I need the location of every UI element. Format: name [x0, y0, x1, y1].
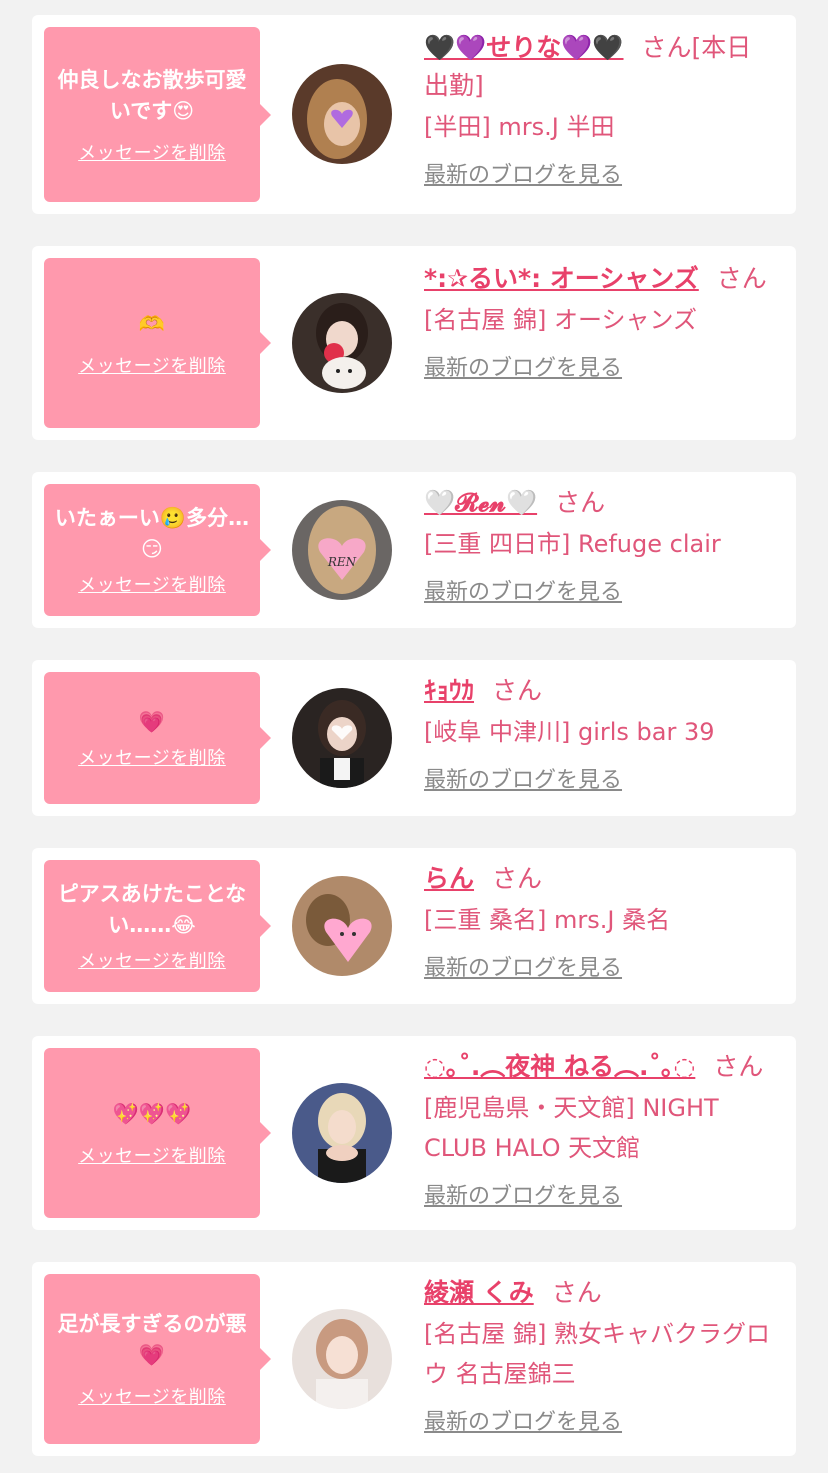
message-bubble: 足が長すぎるのが悪💗 メッセージを削除 — [44, 1274, 271, 1444]
honorific: さん — [551, 1278, 602, 1307]
avatar[interactable] — [292, 1083, 392, 1183]
shop-info: [三重 桑名] mrs.J 桑名 — [424, 906, 671, 934]
message-text: 💗 — [138, 709, 166, 734]
message-bubble: いたぁーい🥲多分…😏 メッセージを削除 — [44, 484, 271, 616]
cast-name-link[interactable]: 🤍𝓡𝓮𝓷🤍 — [424, 488, 537, 517]
message-bubble: 💖💖💖 メッセージを削除 — [44, 1048, 271, 1218]
svg-text:REN: REN — [327, 555, 357, 569]
cast-info: ｷｮｳｶ さん [岐阜 中津川] girls bar 39 最新のブログを見る — [424, 672, 776, 794]
name-line: 🖤💜せりな💜🖤 さん[本日出勤] — [424, 29, 776, 105]
cast-name-link[interactable]: 綾瀬 くみ — [424, 1278, 534, 1307]
favorite-card: 仲良しなお散歩可愛いです😍 メッセージを削除 🖤💜せりな💜🖤 さん[本日出勤] [… — [32, 15, 796, 214]
honorific: さん — [713, 1052, 764, 1081]
favorite-card: 💖💖💖 メッセージを削除 ◌｡˚.︵夜神 ねる︵.˚｡◌ さん [鹿児島県・天文館… — [32, 1036, 796, 1230]
cast-info: *:✰るい*: オーシャンズ さん [名古屋 錦] オーシャンズ 最新のブログを見… — [424, 260, 776, 382]
delete-message-link[interactable]: メッセージを削除 — [78, 1383, 226, 1409]
message-text: いたぁーい🥲多分…😏 — [54, 506, 250, 561]
delete-message-link[interactable]: メッセージを削除 — [78, 744, 226, 770]
shop-info: [三重 四日市] Refuge clair — [424, 530, 721, 558]
avatar[interactable] — [292, 876, 392, 976]
name-line: 🤍𝓡𝓮𝓷🤍 さん — [424, 484, 776, 522]
cast-info: 🤍𝓡𝓮𝓷🤍 さん [三重 四日市] Refuge clair 最新のブログを見る — [424, 484, 776, 606]
honorific: さん — [492, 676, 543, 705]
cast-name-link[interactable]: *:✰るい*: オーシャンズ — [424, 264, 699, 293]
latest-blog-link[interactable]: 最新のブログを見る — [424, 574, 622, 606]
avatar[interactable]: REN — [292, 500, 392, 600]
latest-blog-link[interactable]: 最新のブログを見る — [424, 1178, 622, 1210]
latest-blog-link[interactable]: 最新のブログを見る — [424, 350, 622, 382]
favorite-card: ピアスあけたことない……😂 メッセージを削除 らん さん [三重 桑名] mrs.… — [32, 848, 796, 1004]
avatar[interactable] — [292, 1309, 392, 1409]
cast-name-link[interactable]: ｷｮｳｶ — [424, 676, 474, 705]
latest-blog-link[interactable]: 最新のブログを見る — [424, 950, 622, 982]
honorific: さん — [555, 488, 606, 517]
message-text: ピアスあけたことない……😂 — [57, 882, 247, 937]
shop-info: [鹿児島県・天文館] NIGHT CLUB HALO 天文館 — [424, 1094, 719, 1162]
honorific: さん — [716, 264, 767, 293]
delete-message-link[interactable]: メッセージを削除 — [78, 1142, 226, 1168]
message-text: 仲良しなお散歩可愛いです😍 — [57, 67, 247, 123]
cast-name-link[interactable]: らん — [424, 864, 474, 893]
message-bubble: 💗 メッセージを削除 — [44, 672, 271, 804]
delete-message-link[interactable]: メッセージを削除 — [78, 139, 226, 165]
honorific: さん — [492, 864, 543, 893]
delete-message-link[interactable]: メッセージを削除 — [78, 571, 226, 597]
avatar[interactable] — [292, 688, 392, 788]
name-line: 綾瀬 くみ さん — [424, 1274, 776, 1312]
shop-info: [半田] mrs.J 半田 — [424, 113, 615, 141]
shop-info: [岐阜 中津川] girls bar 39 — [424, 718, 715, 746]
latest-blog-link[interactable]: 最新のブログを見る — [424, 762, 622, 794]
message-text: 🫶 — [138, 311, 166, 336]
cast-info: 🖤💜せりな💜🖤 さん[本日出勤] [半田] mrs.J 半田 最新のブログを見る — [424, 29, 776, 189]
delete-message-link[interactable]: メッセージを削除 — [78, 352, 226, 378]
favorite-card: 💗 メッセージを削除 ｷｮｳｶ さん [岐阜 中津川] girls bar 39 … — [32, 660, 796, 816]
cast-name-link[interactable]: ◌｡˚.︵夜神 ねる︵.˚｡◌ — [424, 1052, 695, 1081]
favorite-card: いたぁーい🥲多分…😏 メッセージを削除 REN 🤍𝓡𝓮𝓷🤍 さん [三重 四日市]… — [32, 472, 796, 628]
favorite-card: 足が長すぎるのが悪💗 メッセージを削除 綾瀬 くみ さん [名古屋 錦] 熟女キャ… — [32, 1262, 796, 1456]
favorite-card: 🫶 メッセージを削除 *:✰るい*: オーシャンズ さん [名古屋 錦] オーシャ… — [32, 246, 796, 440]
message-text: 足が長すぎるのが悪💗 — [57, 1312, 247, 1367]
name-line: らん さん — [424, 860, 776, 898]
cast-info: らん さん [三重 桑名] mrs.J 桑名 最新のブログを見る — [424, 860, 776, 982]
message-text: 💖💖💖 — [112, 1101, 192, 1126]
cast-name-link[interactable]: 🖤💜せりな💜🖤 — [424, 33, 624, 62]
cast-info: ◌｡˚.︵夜神 ねる︵.˚｡◌ さん [鹿児島県・天文館] NIGHT CLUB … — [424, 1048, 776, 1210]
message-bubble: ピアスあけたことない……😂 メッセージを削除 — [44, 860, 271, 992]
message-bubble: 仲良しなお散歩可愛いです😍 メッセージを削除 — [44, 27, 271, 202]
name-line: ｷｮｳｶ さん — [424, 672, 776, 710]
honorific: さん — [641, 33, 692, 62]
cast-info: 綾瀬 くみ さん [名古屋 錦] 熟女キャバクラグロウ 名古屋錦三 最新のブログを… — [424, 1274, 776, 1436]
message-bubble: 🫶 メッセージを削除 — [44, 258, 271, 428]
latest-blog-link[interactable]: 最新のブログを見る — [424, 157, 622, 189]
shop-info: [名古屋 錦] オーシャンズ — [424, 306, 698, 334]
name-line: *:✰るい*: オーシャンズ さん — [424, 260, 776, 298]
name-line: ◌｡˚.︵夜神 ねる︵.˚｡◌ さん — [424, 1048, 776, 1086]
delete-message-link[interactable]: メッセージを削除 — [78, 947, 226, 973]
shop-info: [名古屋 錦] 熟女キャバクラグロウ 名古屋錦三 — [424, 1320, 770, 1388]
avatar[interactable] — [292, 64, 392, 164]
latest-blog-link[interactable]: 最新のブログを見る — [424, 1404, 622, 1436]
avatar[interactable] — [292, 293, 392, 393]
